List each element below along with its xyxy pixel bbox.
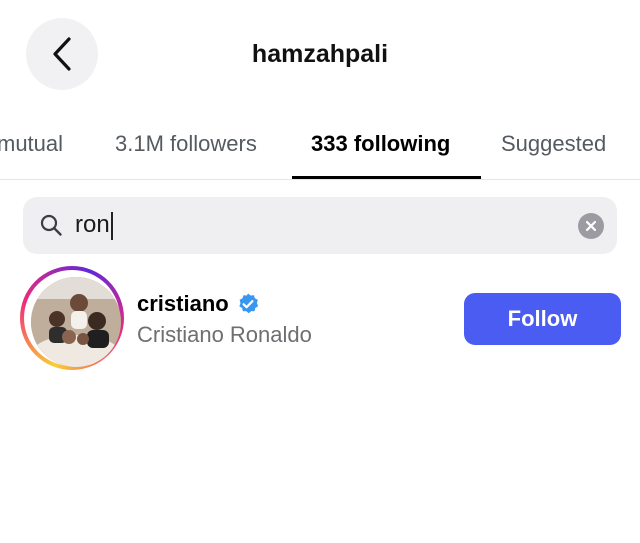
clear-icon[interactable] [578,213,604,239]
verified-badge-icon [239,293,258,314]
tab-bar: mutual 3.1M followers 333 following Sugg… [0,108,640,180]
search-query-text: ron [75,211,110,238]
tab-suggested[interactable]: Suggested [501,108,606,180]
follow-button[interactable]: Follow [464,293,621,345]
active-tab-indicator [292,176,481,179]
search-query: ron [75,210,113,240]
page-title: hamzahpali [251,40,389,68]
result-full-name: Cristiano Ronaldo [137,322,312,347]
search-input[interactable]: ron [23,197,617,254]
avatar[interactable] [20,266,124,370]
tab-following[interactable]: 333 following [311,108,450,180]
tab-mutual[interactable]: mutual [0,108,63,180]
tab-followers[interactable]: 3.1M followers [115,108,257,180]
x-icon [585,220,597,232]
username-text: cristiano [137,291,229,316]
avatar-photo [31,277,121,367]
search-icon [40,214,62,236]
result-username[interactable]: cristiano [137,291,260,317]
text-caret [110,211,113,240]
list-item[interactable]: cristiano Cristiano Ronaldo Follow [0,262,640,372]
